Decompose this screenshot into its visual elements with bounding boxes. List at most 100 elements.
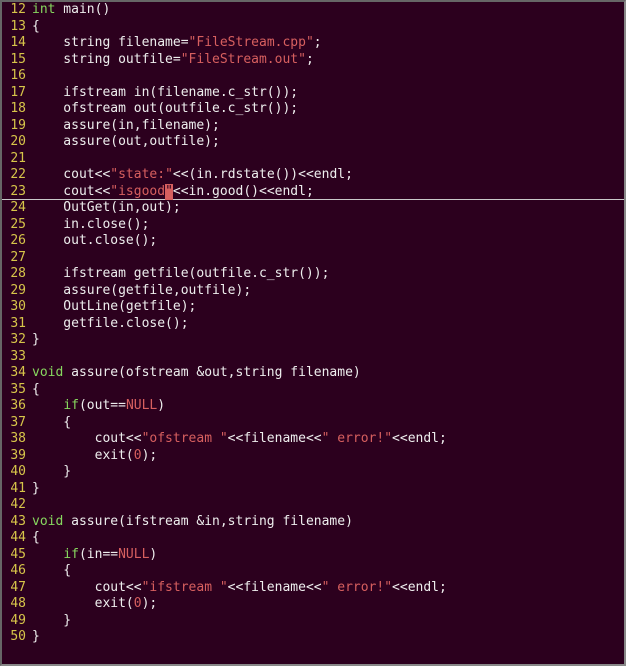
code-content[interactable]: OutGet(in,out); bbox=[30, 200, 181, 217]
line-number: 27 bbox=[2, 250, 30, 267]
code-content[interactable] bbox=[30, 250, 32, 267]
code-line[interactable]: 33 bbox=[2, 349, 624, 366]
code-content[interactable]: OutLine(getfile); bbox=[30, 299, 196, 316]
code-line[interactable]: 32} bbox=[2, 332, 624, 349]
code-content[interactable]: ifstream in(filename.c_str()); bbox=[30, 85, 298, 102]
code-line[interactable]: 17 ifstream in(filename.c_str()); bbox=[2, 85, 624, 102]
code-content[interactable]: assure(out,outfile); bbox=[30, 134, 220, 151]
line-number: 31 bbox=[2, 316, 30, 333]
code-line[interactable]: 13{ bbox=[2, 19, 624, 36]
token-null: NULL bbox=[118, 547, 149, 562]
code-content[interactable]: void assure(ifstream &in,string filename… bbox=[30, 514, 353, 531]
code-content[interactable]: { bbox=[30, 530, 40, 547]
code-line[interactable]: 21 bbox=[2, 151, 624, 168]
line-number: 17 bbox=[2, 85, 30, 102]
code-content[interactable] bbox=[30, 349, 32, 366]
line-number: 21 bbox=[2, 151, 30, 168]
code-content[interactable]: void assure(ofstream &out,string filenam… bbox=[30, 365, 361, 382]
line-number: 35 bbox=[2, 382, 30, 399]
code-content[interactable]: string outfile="FileStream.out"; bbox=[30, 52, 314, 69]
code-line[interactable]: 43void assure(ifstream &in,string filena… bbox=[2, 514, 624, 531]
code-content[interactable]: } bbox=[30, 481, 40, 498]
code-line[interactable]: 23 cout<<"isgood"<<in.good()<<endl; bbox=[2, 184, 624, 201]
line-number: 40 bbox=[2, 464, 30, 481]
code-line[interactable]: 28 ifstream getfile(outfile.c_str()); bbox=[2, 266, 624, 283]
code-line[interactable]: 40 } bbox=[2, 464, 624, 481]
code-line[interactable]: 25 in.close(); bbox=[2, 217, 624, 234]
code-content[interactable]: getfile.close(); bbox=[30, 316, 189, 333]
code-line[interactable]: 42 bbox=[2, 497, 624, 514]
token-plain: <<in.good()<<endl; bbox=[173, 184, 314, 199]
code-line[interactable]: 49 } bbox=[2, 613, 624, 630]
code-content[interactable]: } bbox=[30, 464, 71, 481]
code-line[interactable]: 44{ bbox=[2, 530, 624, 547]
code-content[interactable]: assure(getfile,outfile); bbox=[30, 283, 251, 300]
code-content[interactable]: { bbox=[30, 415, 71, 432]
code-line[interactable]: 19 assure(in,filename); bbox=[2, 118, 624, 135]
code-content[interactable]: cout<<"isgood"<<in.good()<<endl; bbox=[30, 184, 314, 200]
line-number: 23 bbox=[2, 184, 30, 200]
code-content[interactable]: } bbox=[30, 629, 40, 646]
code-content[interactable]: if(out==NULL) bbox=[30, 398, 165, 415]
code-line[interactable]: 46 { bbox=[2, 563, 624, 580]
code-content[interactable]: ofstream out(outfile.c_str()); bbox=[30, 101, 298, 118]
line-number: 34 bbox=[2, 365, 30, 382]
code-line[interactable]: 34void assure(ofstream &out,string filen… bbox=[2, 365, 624, 382]
code-content[interactable]: { bbox=[30, 382, 40, 399]
line-number: 16 bbox=[2, 68, 30, 85]
code-line[interactable]: 31 getfile.close(); bbox=[2, 316, 624, 333]
token-plain: { bbox=[32, 530, 40, 545]
token-plain: OutLine(getfile); bbox=[32, 299, 196, 314]
code-content[interactable]: in.close(); bbox=[30, 217, 149, 234]
code-content[interactable]: } bbox=[30, 613, 71, 630]
line-number: 19 bbox=[2, 118, 30, 135]
code-line[interactable]: 35{ bbox=[2, 382, 624, 399]
line-number: 38 bbox=[2, 431, 30, 448]
code-content[interactable]: ifstream getfile(outfile.c_str()); bbox=[30, 266, 329, 283]
code-content[interactable]: int main() bbox=[30, 2, 110, 19]
code-line[interactable]: 24 OutGet(in,out); bbox=[2, 200, 624, 217]
code-content[interactable]: exit(0); bbox=[30, 448, 157, 465]
code-line[interactable]: 38 cout<<"ofstream "<<filename<<" error!… bbox=[2, 431, 624, 448]
code-content[interactable] bbox=[30, 151, 32, 168]
code-content[interactable]: { bbox=[30, 563, 71, 580]
code-content[interactable]: out.close(); bbox=[30, 233, 157, 250]
code-line[interactable]: 48 exit(0); bbox=[2, 596, 624, 613]
token-str: " error!" bbox=[322, 431, 392, 446]
code-line[interactable]: 39 exit(0); bbox=[2, 448, 624, 465]
code-editor[interactable]: 12int main()13{14 string filename="FileS… bbox=[2, 2, 624, 646]
code-line[interactable]: 47 cout<<"ifstream "<<filename<<" error!… bbox=[2, 580, 624, 597]
line-number: 12 bbox=[2, 2, 30, 19]
code-line[interactable]: 26 out.close(); bbox=[2, 233, 624, 250]
code-content[interactable]: if(in==NULL) bbox=[30, 547, 157, 564]
code-content[interactable]: cout<<"ofstream "<<filename<<" error!"<<… bbox=[30, 431, 447, 448]
token-plain bbox=[32, 547, 63, 562]
code-line[interactable]: 45 if(in==NULL) bbox=[2, 547, 624, 564]
code-line[interactable]: 12int main() bbox=[2, 2, 624, 19]
code-content[interactable]: } bbox=[30, 332, 40, 349]
line-number: 15 bbox=[2, 52, 30, 69]
code-content[interactable]: cout<<"ifstream "<<filename<<" error!"<<… bbox=[30, 580, 447, 597]
code-content[interactable]: exit(0); bbox=[30, 596, 157, 613]
code-content[interactable]: assure(in,filename); bbox=[30, 118, 220, 135]
line-number: 37 bbox=[2, 415, 30, 432]
line-number: 13 bbox=[2, 19, 30, 36]
code-content[interactable]: string filename="FileStream.cpp"; bbox=[30, 35, 322, 52]
code-line[interactable]: 16 bbox=[2, 68, 624, 85]
code-line[interactable]: 36 if(out==NULL) bbox=[2, 398, 624, 415]
code-line[interactable]: 22 cout<<"state:"<<(in.rdstate())<<endl; bbox=[2, 167, 624, 184]
code-line[interactable]: 41} bbox=[2, 481, 624, 498]
code-line[interactable]: 15 string outfile="FileStream.out"; bbox=[2, 52, 624, 69]
code-line[interactable]: 37 { bbox=[2, 415, 624, 432]
code-line[interactable]: 27 bbox=[2, 250, 624, 267]
code-line[interactable]: 29 assure(getfile,outfile); bbox=[2, 283, 624, 300]
code-line[interactable]: 30 OutLine(getfile); bbox=[2, 299, 624, 316]
code-content[interactable]: cout<<"state:"<<(in.rdstate())<<endl; bbox=[30, 167, 353, 184]
code-content[interactable] bbox=[30, 68, 32, 85]
code-line[interactable]: 14 string filename="FileStream.cpp"; bbox=[2, 35, 624, 52]
code-content[interactable]: { bbox=[30, 19, 40, 36]
code-line[interactable]: 18 ofstream out(outfile.c_str()); bbox=[2, 101, 624, 118]
code-content[interactable] bbox=[30, 497, 32, 514]
code-line[interactable]: 50} bbox=[2, 629, 624, 646]
code-line[interactable]: 20 assure(out,outfile); bbox=[2, 134, 624, 151]
